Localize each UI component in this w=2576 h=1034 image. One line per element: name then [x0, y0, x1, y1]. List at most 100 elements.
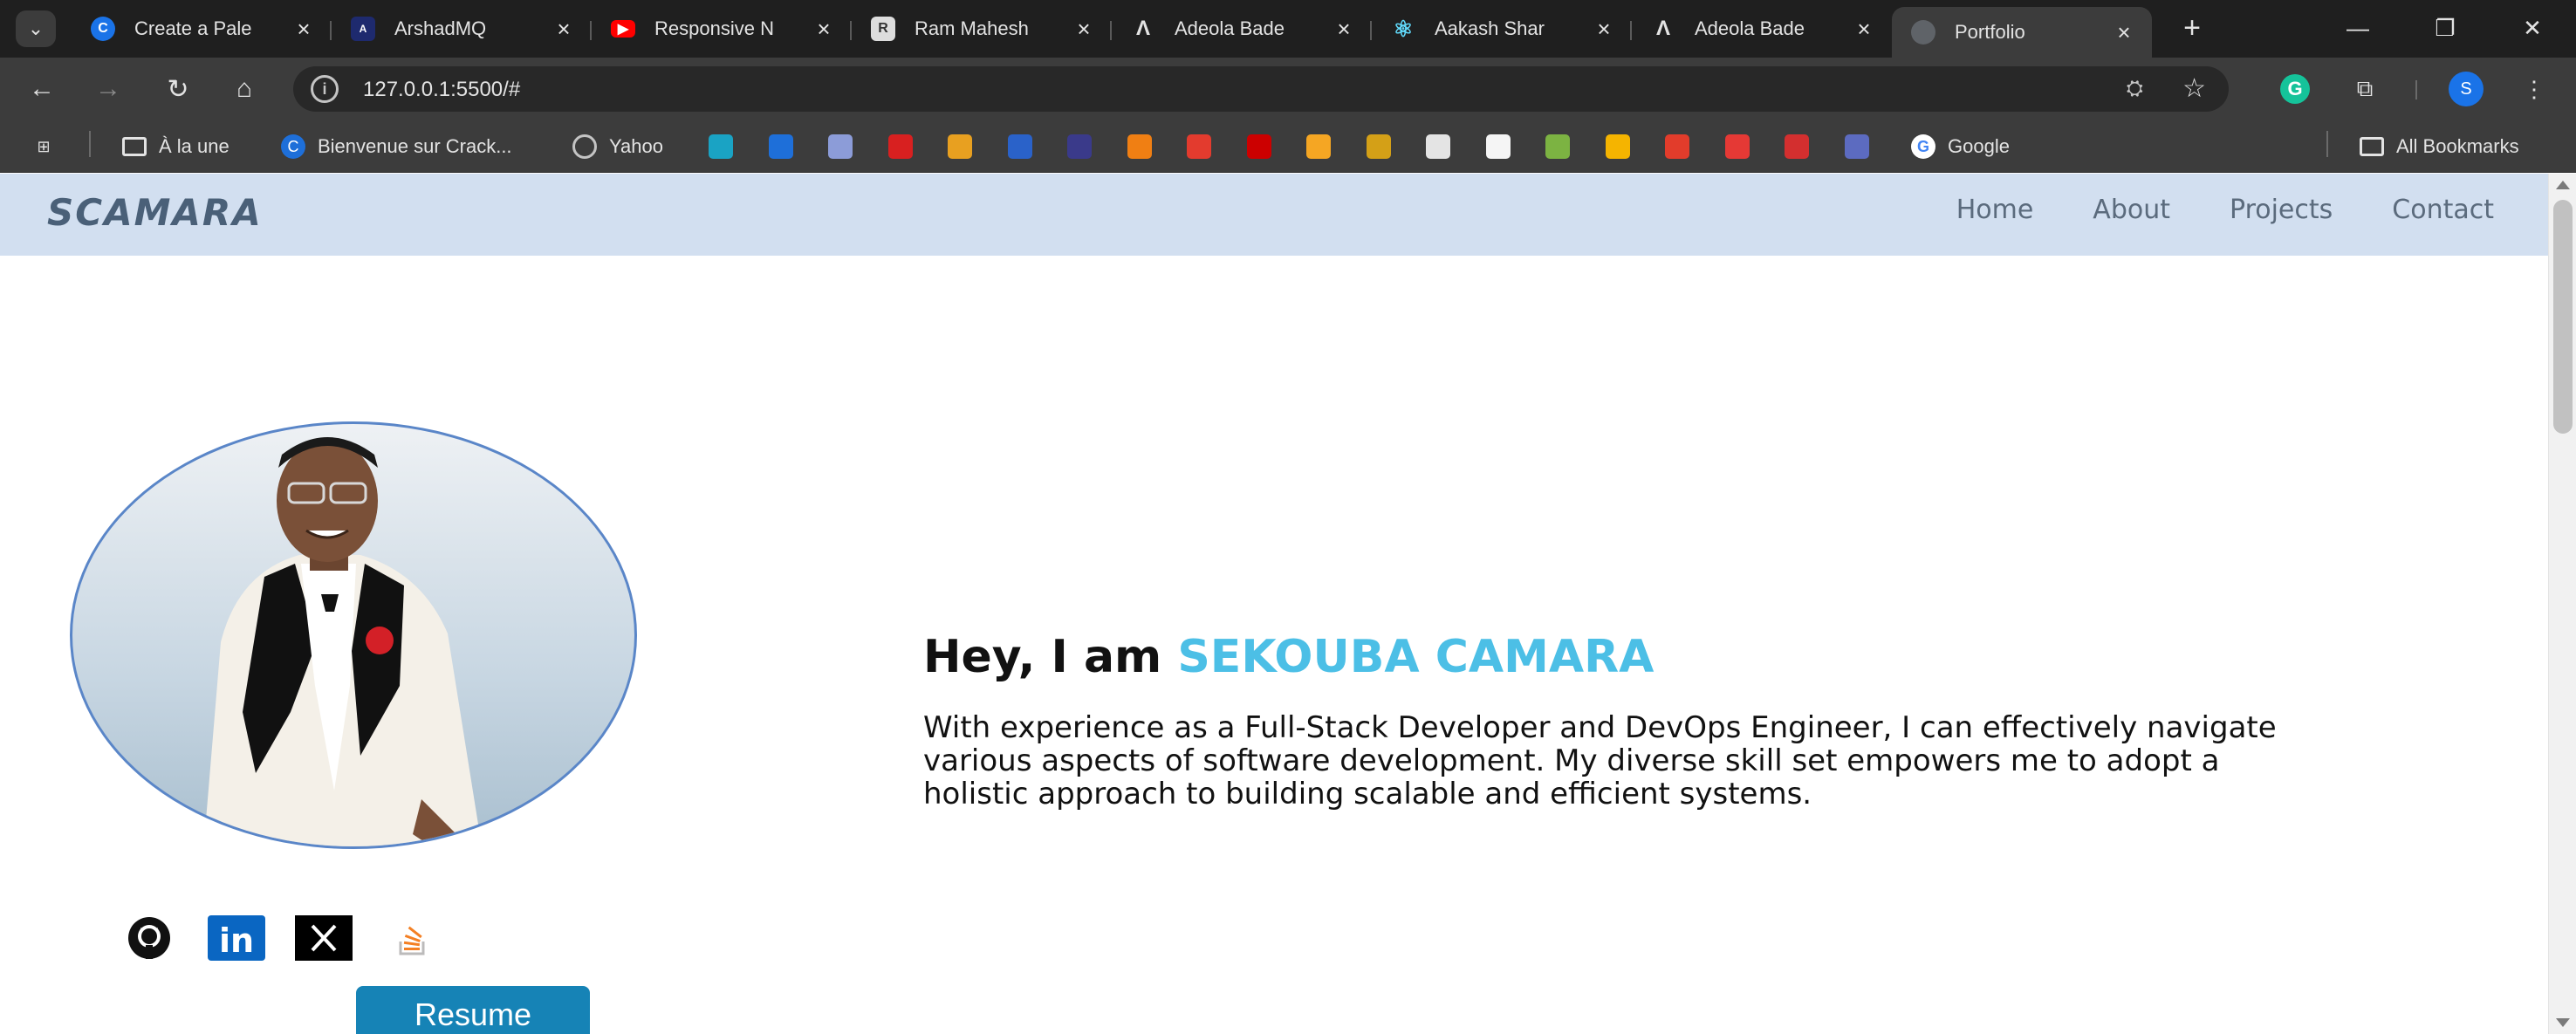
nav-link-projects[interactable]: Projects [2230, 195, 2333, 225]
arrow-left-icon: ← [29, 74, 55, 103]
close-icon[interactable]: × [1332, 16, 1356, 43]
chrome-icon: C [91, 17, 115, 41]
tab-strip: ⌄ C Create a Pale × A ArshadMQ × ▶ Respo… [0, 0, 2576, 58]
bookmark-favicon-icon[interactable] [1127, 134, 1152, 159]
hero-heading: Hey, I am SEKOUBA CAMARA [923, 631, 2319, 683]
github-icon[interactable] [120, 915, 178, 961]
tab-title: Responsive N [654, 17, 774, 39]
globe-icon [1911, 20, 1935, 45]
tab-ram-mahesh[interactable]: R Ram Mahesh × [852, 7, 1112, 51]
profile-avatar[interactable]: S [2449, 72, 2484, 106]
grammarly-icon[interactable]: G [2280, 74, 2310, 104]
tab-list: C Create a Pale × A ArshadMQ × ▶ Respons… [72, 7, 2152, 58]
star-icon[interactable]: ☆ [2182, 73, 2206, 104]
close-icon[interactable]: × [552, 16, 576, 43]
bookmark-favicon-icon[interactable] [1067, 134, 1092, 159]
bookmark-favicon-icon[interactable] [1605, 134, 1630, 159]
scrollbar-thumb[interactable] [2553, 200, 2573, 434]
tab-adeola-1[interactable]: Λ Adeola Bade × [1112, 7, 1372, 51]
scroll-down-icon[interactable] [2556, 1018, 2570, 1027]
nav-link-home[interactable]: Home [1956, 195, 2034, 225]
tab-adeola-2[interactable]: Λ Adeola Bade × [1632, 7, 1892, 51]
close-icon[interactable]: × [1072, 16, 1096, 43]
site-logo[interactable]: SCAMARA [47, 191, 263, 234]
bookmark-favicon-icon[interactable] [1306, 134, 1331, 159]
back-button[interactable]: ← [21, 68, 63, 110]
tab-responsive[interactable]: ▶ Responsive N × [592, 7, 852, 51]
restore-button[interactable]: ❐ [2410, 7, 2480, 49]
menu-kebab-icon[interactable]: ⋮ [2517, 72, 2552, 106]
bookmark-favicon-icon[interactable] [1844, 134, 1869, 159]
linkedin-icon[interactable]: in [208, 915, 265, 961]
tab-title: Adeola Bade [1175, 17, 1285, 39]
bookmark-favicon-icon[interactable] [1007, 134, 1032, 159]
arshad-icon: A [351, 17, 375, 41]
folder-icon [122, 134, 147, 159]
bookmark-favicon-icon[interactable] [828, 134, 853, 159]
bookmark-favicon-icon[interactable] [1724, 134, 1750, 159]
home-button[interactable]: ⌂ [223, 68, 265, 110]
chevron-down-icon: ⌄ [27, 17, 45, 39]
all-bookmarks-button[interactable]: All Bookmarks [2360, 133, 2519, 161]
restore-icon: ❐ [2435, 14, 2456, 41]
svg-text:in: in [219, 921, 254, 960]
apps-grid-icon: ⊞ [37, 137, 51, 155]
close-icon[interactable]: × [1852, 16, 1876, 43]
react-icon: ⚛ [1393, 15, 1414, 42]
page-scrollbar[interactable] [2548, 174, 2576, 1034]
bookmark-favicon-icon[interactable] [1545, 134, 1570, 159]
close-icon[interactable]: × [812, 16, 836, 43]
x-icon[interactable] [295, 915, 353, 961]
close-icon[interactable]: × [2112, 19, 2136, 46]
address-bar[interactable]: i 127.0.0.1:5500/# ⛭ ☆ [293, 66, 2229, 112]
close-icon[interactable]: × [291, 16, 316, 43]
tab-title: Aakash Shar [1435, 17, 1545, 39]
page-viewport: SCAMARA Home About Projects Contact in R… [0, 174, 2548, 1034]
bookmark-favicon-icon[interactable] [887, 134, 913, 159]
nav-link-contact[interactable]: Contact [2392, 195, 2494, 225]
bookmark-favicon-icon[interactable] [948, 134, 972, 159]
bookmark-favicon-icon[interactable] [709, 134, 733, 159]
url-text[interactable]: 127.0.0.1:5500/# [363, 78, 520, 102]
plus-icon: + [2183, 10, 2201, 45]
bookmark-favicon-icon[interactable] [1187, 134, 1211, 159]
forward-button[interactable]: → [87, 68, 129, 110]
bookmark-google[interactable]: G Google [1911, 133, 2010, 161]
close-window-button[interactable]: ✕ [2497, 7, 2567, 49]
tab-search-button[interactable]: ⌄ [16, 10, 56, 47]
apps-button[interactable]: ⊞ [31, 133, 68, 161]
bookmark-favicon-icon[interactable] [1485, 134, 1511, 159]
tab-portfolio[interactable]: Portfolio × [1892, 7, 2152, 58]
close-icon[interactable]: × [1592, 16, 1616, 43]
tab-title: Adeola Bade [1695, 17, 1805, 39]
bookmark-favicon-icon[interactable] [1426, 134, 1450, 159]
bookmark-yahoo[interactable]: Yahoo [572, 133, 663, 161]
tab-arshadmq[interactable]: A ArshadMQ × [332, 7, 592, 51]
bookmark-favicon-icon[interactable] [1246, 134, 1271, 159]
bookmark-favicon-icon[interactable] [1785, 134, 1809, 159]
stackoverflow-icon[interactable] [382, 915, 440, 961]
bookmark-favicon-icon[interactable] [1665, 134, 1689, 159]
scroll-up-icon[interactable] [2556, 181, 2570, 189]
tab-create-palette[interactable]: C Create a Pale × [72, 7, 332, 51]
bookmark-a-la-une[interactable]: À la une [122, 133, 230, 161]
new-tab-button[interactable]: + [2173, 9, 2211, 47]
bookmark-favicon-icon[interactable] [768, 134, 793, 159]
reload-button[interactable]: ↻ [157, 68, 199, 110]
site-info-icon[interactable]: i [311, 75, 339, 103]
folder-icon [2360, 134, 2384, 159]
extensions-icon[interactable]: ⧉ [2347, 72, 2382, 106]
stackoverflow-glyph [399, 926, 425, 955]
nav-link-about[interactable]: About [2093, 195, 2170, 225]
bookmarks-divider [2326, 131, 2328, 157]
tab-aakash[interactable]: ⚛ Aakash Shar × [1372, 7, 1632, 51]
resume-button[interactable]: Resume [356, 986, 590, 1034]
site-navbar: SCAMARA Home About Projects Contact [0, 174, 2548, 256]
bookmark-crackmes[interactable]: C Bienvenue sur Crack... [281, 133, 512, 161]
bookmark-favicon-icon[interactable] [1366, 134, 1391, 159]
minimize-button[interactable]: — [2323, 7, 2393, 49]
bookmarks-divider [89, 131, 91, 157]
hero-name: SEKOUBA CAMARA [1177, 631, 1655, 683]
close-icon: ✕ [2523, 14, 2542, 41]
translate-icon[interactable]: ⛭ [2127, 77, 2143, 101]
